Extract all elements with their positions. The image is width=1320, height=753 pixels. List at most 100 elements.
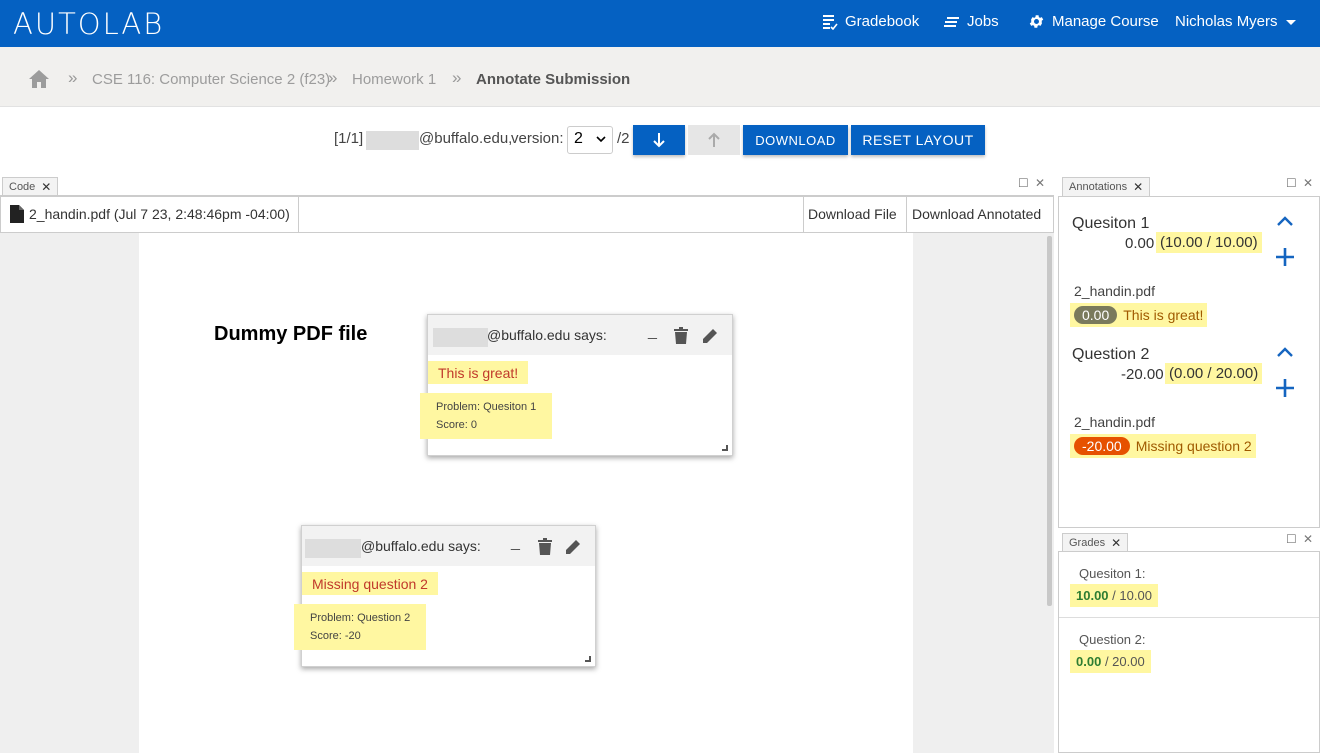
- popup-comment: This is great!: [428, 361, 529, 384]
- top-navbar: AUTOLAB Gradebook Jobs Manage Course Nic…: [0, 0, 1320, 47]
- grade-score: 0.00: [1076, 654, 1102, 669]
- breadcrumb-course[interactable]: CSE 116: Computer Science 2 (f23): [92, 71, 330, 88]
- question-title: Question 2: [1072, 346, 1150, 363]
- resize-handle-icon[interactable]: [585, 656, 591, 662]
- tab-code-label: Code: [9, 181, 36, 193]
- nav-manage-course[interactable]: Manage Course: [1028, 13, 1159, 30]
- redacted-email: [305, 539, 361, 558]
- grade-score: 10.00: [1076, 588, 1109, 603]
- divider: [1059, 617, 1319, 618]
- download-annotated-link[interactable]: Download Annotated: [912, 206, 1041, 222]
- grade-value: 10.00 / 10.00: [1070, 584, 1158, 607]
- divider: [298, 197, 299, 232]
- breadcrumb-separator: »: [328, 68, 338, 87]
- arrow-down-icon: [653, 133, 665, 148]
- popup-meta: Problem: Quesiton 1 Score: 0: [420, 393, 553, 439]
- question-title: Quesiton 1: [1072, 215, 1150, 232]
- minimize-icon[interactable]: _: [511, 534, 520, 552]
- maximize-icon[interactable]: ☐: [1286, 176, 1297, 190]
- pdf-title: Dummy PDF file: [214, 323, 368, 345]
- reset-layout-button[interactable]: RESET LAYOUT: [851, 125, 985, 155]
- grade-label: Quesiton 1:: [1079, 566, 1146, 581]
- nav-manage-course-label: Manage Course: [1052, 13, 1159, 30]
- user-menu[interactable]: Nicholas Myers: [1175, 13, 1278, 30]
- pdf-page[interactable]: [139, 233, 913, 753]
- annotation-popup[interactable]: @buffalo.edu says: _ This is great! Prob…: [420, 314, 733, 456]
- close-icon[interactable]: ✕: [41, 180, 51, 194]
- popup-problem: Problem: Question 2: [310, 612, 411, 624]
- popup-score: Score: -20: [310, 630, 361, 642]
- question-score: (10.00 / 10.00): [1156, 232, 1262, 253]
- breadcrumb-assessment[interactable]: Homework 1: [352, 71, 436, 88]
- gradebook-icon: [823, 14, 838, 30]
- tab-code[interactable]: Code ✕: [2, 177, 59, 196]
- tab-grades[interactable]: Grades ✕: [1062, 533, 1129, 552]
- tab-annotations-label: Annotations: [1069, 181, 1128, 193]
- prev-submission-button[interactable]: [688, 125, 740, 155]
- close-icon[interactable]: ✕: [1303, 532, 1313, 546]
- download-file-link[interactable]: Download File: [808, 206, 897, 222]
- nav-gradebook[interactable]: Gradebook: [822, 13, 919, 30]
- pencil-icon[interactable]: [701, 327, 719, 345]
- divider: [906, 197, 907, 232]
- maximize-icon[interactable]: ☐: [1018, 176, 1029, 190]
- close-icon[interactable]: ✕: [1133, 180, 1143, 194]
- popup-problem: Problem: Quesiton 1: [436, 401, 537, 413]
- grade-value: 0.00 / 20.00: [1070, 650, 1151, 673]
- trash-icon[interactable]: [674, 327, 688, 344]
- nav-jobs-label: Jobs: [967, 13, 999, 30]
- tab-annotations[interactable]: Annotations ✕: [1062, 177, 1151, 196]
- download-button[interactable]: DOWNLOAD: [743, 125, 848, 155]
- grade-label: Question 2:: [1079, 632, 1146, 647]
- breadcrumb-separator: »: [452, 68, 462, 87]
- breadcrumb-current: Annotate Submission: [476, 71, 631, 88]
- annotation-item[interactable]: 0.00 This is great!: [1070, 303, 1208, 327]
- popup-comment: Missing question 2: [302, 572, 438, 595]
- list-icon: [944, 16, 959, 27]
- nav-gradebook-label: Gradebook: [845, 13, 920, 30]
- breadcrumb: » CSE 116: Computer Science 2 (f23) » Ho…: [0, 47, 1320, 107]
- annotation-comment: Missing question 2: [1135, 438, 1252, 454]
- version-label: version:: [511, 130, 564, 147]
- divider: [803, 197, 804, 232]
- annotation-value-badge: 0.00: [1074, 306, 1118, 324]
- pdf-viewer[interactable]: [0, 233, 1054, 753]
- tab-grades-label: Grades: [1069, 537, 1106, 549]
- close-icon[interactable]: ✕: [1303, 176, 1313, 190]
- autolab-logo[interactable]: AUTOLAB: [13, 7, 164, 41]
- version-select[interactable]: 2: [567, 126, 613, 154]
- file-icon: [10, 205, 24, 223]
- grade-max: / 10.00: [1112, 588, 1152, 603]
- resize-handle-icon[interactable]: [722, 445, 728, 451]
- popup-author: @buffalo.edu says:: [361, 538, 481, 554]
- question-score: (0.00 / 20.00): [1165, 363, 1263, 384]
- redacted-email: [433, 328, 488, 347]
- nav-jobs[interactable]: Jobs: [944, 13, 999, 30]
- home-icon[interactable]: [29, 70, 49, 88]
- annotation-popup[interactable]: @buffalo.edu says: _ Missing question 2 …: [294, 525, 596, 667]
- next-submission-button[interactable]: [633, 125, 685, 155]
- pencil-icon[interactable]: [564, 538, 582, 556]
- trash-icon[interactable]: [538, 538, 552, 555]
- minimize-icon[interactable]: _: [648, 323, 657, 341]
- add-icon[interactable]: [1275, 378, 1295, 398]
- close-icon[interactable]: ✕: [1035, 176, 1045, 190]
- popup-meta: Problem: Question 2 Score: -20: [294, 604, 427, 650]
- file-bar: 2_handin.pdf (Jul 7 23, 2:48:46pm -04:00…: [0, 196, 1054, 233]
- chevron-up-icon[interactable]: [1276, 215, 1294, 227]
- question-delta: -20.00: [1121, 366, 1164, 383]
- maximize-icon[interactable]: ☐: [1286, 532, 1297, 546]
- chevron-down-icon: [596, 136, 606, 143]
- scrollbar[interactable]: [1047, 236, 1052, 606]
- email-domain: @buffalo.edu,: [419, 130, 513, 147]
- popup-author: @buffalo.edu says:: [487, 327, 607, 343]
- annotation-file: 2_handin.pdf: [1074, 414, 1155, 430]
- chevron-up-icon[interactable]: [1276, 346, 1294, 358]
- annotation-comment: This is great!: [1123, 307, 1204, 323]
- add-icon[interactable]: [1275, 247, 1295, 267]
- chevron-down-icon[interactable]: [1286, 20, 1296, 25]
- close-icon[interactable]: ✕: [1111, 536, 1121, 550]
- grade-max: / 20.00: [1104, 654, 1145, 669]
- gear-icon: [1029, 15, 1044, 28]
- annotation-item[interactable]: -20.00 Missing question 2: [1070, 434, 1256, 458]
